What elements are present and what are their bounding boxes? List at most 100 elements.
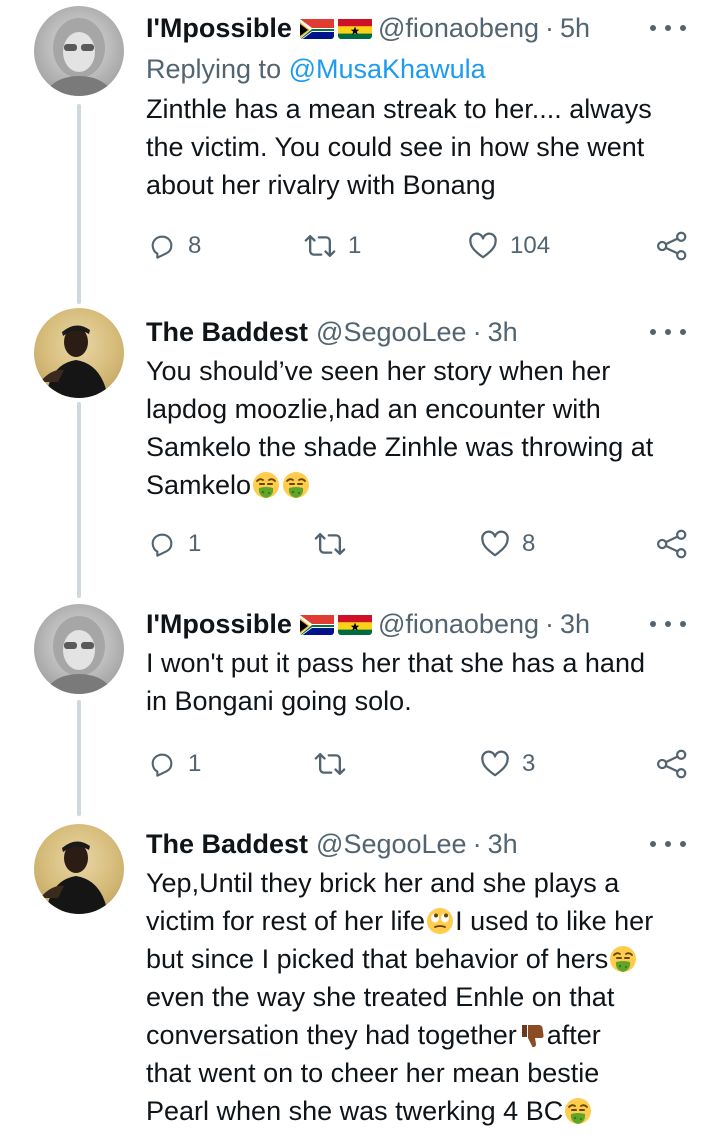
tweet-text-line: Yep,Until they brick her and she plays a xyxy=(146,868,620,898)
tweet-text-line: Samkelo xyxy=(146,466,694,504)
tweet-text-segment: Samkelo xyxy=(146,470,252,500)
reply-thread: I'Mpossible @fionaobeng · 5h Replying to… xyxy=(0,0,720,1139)
share-button[interactable] xyxy=(656,529,688,559)
avatar[interactable] xyxy=(34,6,124,96)
south-africa-flag xyxy=(299,17,334,39)
separator-dot: · xyxy=(472,828,482,859)
tweet-text-segment: but since I picked that behavior of hers xyxy=(146,944,609,974)
tweet-text-line: You should’ve seen her story when her xyxy=(146,356,611,386)
username[interactable]: @fionaobeng xyxy=(378,609,539,640)
tweet-text-segment: victim for rest of her life xyxy=(146,906,426,936)
ghana-flag xyxy=(337,17,372,39)
username[interactable]: @fionaobeng xyxy=(378,13,539,44)
south-africa-flag xyxy=(299,613,334,635)
more-options-icon[interactable] xyxy=(650,834,686,854)
more-options-icon[interactable] xyxy=(650,614,686,634)
reply-button[interactable]: 8 xyxy=(148,232,201,260)
tweet-text: Yep,Until they brick her and she plays a… xyxy=(146,864,694,1130)
like-button[interactable]: 8 xyxy=(480,530,535,558)
flag-emojis xyxy=(299,613,372,635)
tweet-header: The Baddest @SegooLee · 3h xyxy=(146,826,694,862)
vomiting-face-emoji xyxy=(610,946,637,972)
like-button[interactable]: 104 xyxy=(468,232,550,260)
replying-to: Replying to @MusaKhawula xyxy=(146,50,694,88)
tweet-text-line: victim for rest of her life I used to lik… xyxy=(146,902,694,940)
separator-dot: · xyxy=(472,316,482,347)
retweet-icon xyxy=(304,234,336,258)
reply-button[interactable]: 1 xyxy=(148,530,201,558)
share-button[interactable] xyxy=(656,749,688,779)
tweet-text: I won't put it pass her that she has a h… xyxy=(146,644,694,720)
heart-icon xyxy=(469,232,497,259)
rolling-eyes-emoji xyxy=(427,908,454,934)
username[interactable]: @SegooLee xyxy=(316,317,467,348)
retweet-icon xyxy=(314,532,346,556)
display-name[interactable]: I'Mpossible xyxy=(146,13,292,44)
reply-count: 1 xyxy=(188,750,202,777)
tweet-text-line: even the way she treated Enhle on that xyxy=(146,982,615,1012)
retweet-button[interactable] xyxy=(314,750,358,778)
tweet-text-line: but since I picked that behavior of hers xyxy=(146,940,694,978)
reply-icon xyxy=(151,235,173,259)
tweet-text-line: conversation they had together after xyxy=(146,1016,694,1054)
retweet-button[interactable] xyxy=(314,530,358,558)
timestamp[interactable]: 3h xyxy=(560,609,590,640)
mention-link[interactable]: @MusaKhawula xyxy=(289,54,486,84)
ghana-flag xyxy=(337,613,372,635)
tweet-header: I'Mpossible xyxy=(146,10,694,46)
tweet[interactable]: I'Mpossible xyxy=(0,604,720,816)
tweet[interactable]: I'Mpossible xyxy=(0,6,720,296)
username[interactable]: @SegooLee xyxy=(316,829,467,860)
display-name[interactable]: The Baddest xyxy=(146,317,308,348)
tweet-text-line: I won't put it pass her that she has a h… xyxy=(146,648,645,678)
timestamp[interactable]: 5h xyxy=(560,13,590,44)
separator-dot: · xyxy=(545,12,554,43)
display-name[interactable]: The Baddest xyxy=(146,829,308,860)
avatar[interactable] xyxy=(34,308,124,398)
tweet-text: Zinthle has a mean streak to her.... alw… xyxy=(146,90,694,204)
heart-icon xyxy=(481,750,509,777)
tweet-text-segment: conversation they had together xyxy=(146,1020,517,1050)
replying-to-label: Replying to xyxy=(146,54,289,84)
separator-dot: · xyxy=(545,608,554,639)
tweet-text-line: about her rivalry with Bonang xyxy=(146,170,496,200)
like-count: 8 xyxy=(522,530,536,557)
more-options-icon[interactable] xyxy=(650,18,686,38)
like-count: 104 xyxy=(510,232,551,259)
tweet-text-line: Zinthle has a mean streak to her.... alw… xyxy=(146,94,652,124)
avatar[interactable] xyxy=(34,604,124,694)
vomiting-face-emoji xyxy=(565,1098,592,1124)
flag-emojis xyxy=(299,17,372,39)
tweet-text-line: Samkelo the shade Zinhle was throwing at xyxy=(146,432,654,462)
tweet[interactable]: The Baddest @SegooLee · 3h Yep,Until the… xyxy=(0,824,720,1139)
share-icon xyxy=(656,749,687,779)
tweet-text: You should’ve seen her story when her la… xyxy=(146,352,694,504)
more-options-icon[interactable] xyxy=(650,322,686,342)
timestamp[interactable]: 3h xyxy=(488,317,518,348)
tweet-actions: 1 8 xyxy=(146,524,694,564)
tweet-text-line: the victim. You could see in how she wen… xyxy=(146,132,645,162)
reply-button[interactable]: 1 xyxy=(148,750,201,778)
tweet-actions: 8 1 104 xyxy=(146,226,694,266)
reply-icon xyxy=(151,533,173,557)
tweet-actions: 1 3 xyxy=(146,744,694,784)
tweet-text-line: Pearl when she was twerking 4 BC xyxy=(146,1092,694,1130)
reply-icon xyxy=(151,753,173,777)
retweet-count: 1 xyxy=(348,232,362,259)
vomiting-face-emoji xyxy=(253,472,280,498)
retweet-icon xyxy=(314,752,346,776)
display-name[interactable]: I'Mpossible xyxy=(146,609,292,640)
tweet-text-segment: I used to like her xyxy=(455,906,654,936)
like-button[interactable]: 3 xyxy=(480,750,535,778)
retweet-button[interactable]: 1 xyxy=(304,232,361,260)
timestamp[interactable]: 3h xyxy=(488,829,518,860)
tweet[interactable]: The Baddest @SegooLee · 3h You should’ve… xyxy=(0,308,720,598)
avatar[interactable] xyxy=(34,824,124,914)
tweet-text-segment: after xyxy=(546,1020,601,1050)
share-icon xyxy=(656,231,687,261)
tweet-text-line: that went on to cheer her mean bestie xyxy=(146,1058,600,1088)
like-count: 3 xyxy=(522,750,536,777)
heart-icon xyxy=(481,530,509,557)
vomiting-face-emoji xyxy=(283,472,310,498)
share-button[interactable] xyxy=(656,231,688,261)
